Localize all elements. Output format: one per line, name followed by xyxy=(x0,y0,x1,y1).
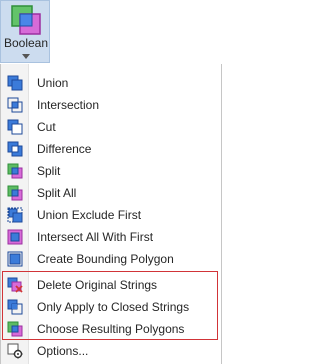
ribbon-area: Boolean xyxy=(0,0,222,64)
boolean-icon xyxy=(11,5,41,35)
menu-item-cut[interactable]: Cut xyxy=(1,116,220,138)
menu-item-label: Cut xyxy=(37,120,56,134)
boolean-label: Boolean xyxy=(3,36,49,50)
difference-icon xyxy=(7,141,23,157)
menu-item-label: Split xyxy=(37,164,61,178)
menu-item-label: Intersection xyxy=(37,98,100,112)
menu-item-difference[interactable]: Difference xyxy=(1,138,220,160)
caret-down-icon xyxy=(22,54,30,59)
menu-item-only-apply-closed-strings[interactable]: Only Apply to Closed Strings xyxy=(1,296,220,318)
menu-item-label: Create Bounding Polygon xyxy=(37,252,174,266)
menu-item-split[interactable]: Split xyxy=(1,160,220,182)
union-exclude-first-icon xyxy=(7,207,23,223)
menu-item-choose-resulting-polygons[interactable]: Choose Resulting Polygons xyxy=(1,318,220,340)
split-all-icon xyxy=(7,185,23,201)
menu-item-label: Union Exclude First xyxy=(37,208,142,222)
choose-resulting-polygons-icon xyxy=(7,321,23,337)
options-gear-icon xyxy=(7,343,23,359)
menu-item-label: Difference xyxy=(37,142,92,156)
create-bounding-polygon-icon xyxy=(7,251,23,267)
boolean-dropdown-menu: Union Intersection Cut Difference Split xyxy=(0,64,222,364)
intersection-icon xyxy=(7,97,23,113)
menu-item-union[interactable]: Union xyxy=(1,72,220,94)
only-apply-closed-strings-icon xyxy=(7,299,23,315)
intersect-all-with-first-icon xyxy=(7,229,23,245)
menu-item-split-all[interactable]: Split All xyxy=(1,182,220,204)
menu-item-options[interactable]: Options... xyxy=(1,340,220,362)
menu-item-label: Options... xyxy=(37,344,89,358)
menu-item-label: Choose Resulting Polygons xyxy=(37,322,185,336)
menu-item-label: Only Apply to Closed Strings xyxy=(37,300,190,314)
menu-border xyxy=(221,64,222,364)
menu-item-create-bounding-polygon[interactable]: Create Bounding Polygon xyxy=(1,248,220,270)
delete-original-strings-icon xyxy=(7,277,23,293)
menu-item-delete-original-strings[interactable]: Delete Original Strings xyxy=(1,274,220,296)
menu-item-label: Split All xyxy=(37,186,77,200)
menu-item-intersect-all-with-first[interactable]: Intersect All With First xyxy=(1,226,220,248)
split-icon xyxy=(7,163,23,179)
menu-item-union-exclude-first[interactable]: Union Exclude First xyxy=(1,204,220,226)
menu-item-label: Delete Original Strings xyxy=(37,278,158,292)
boolean-ribbon-button[interactable]: Boolean xyxy=(0,0,50,63)
cut-icon xyxy=(7,119,23,135)
menu-item-label: Union xyxy=(37,76,69,90)
menu-item-intersection[interactable]: Intersection xyxy=(1,94,220,116)
menu-item-label: Intersect All With First xyxy=(37,230,154,244)
union-icon xyxy=(7,75,23,91)
